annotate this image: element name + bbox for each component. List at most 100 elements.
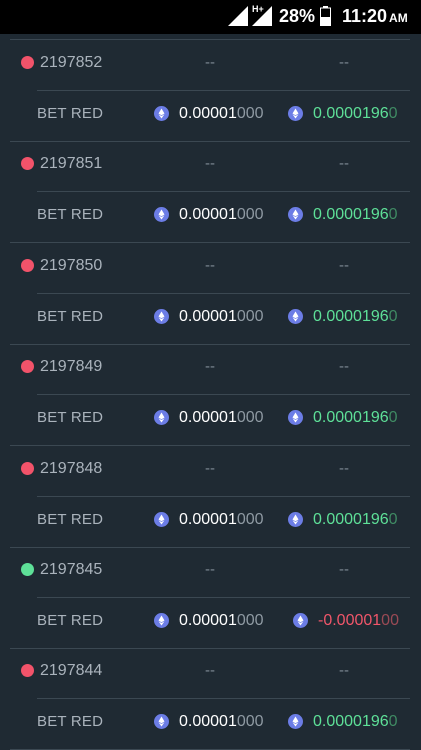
ethereum-coin-icon <box>154 410 169 426</box>
bet-amount-trailing: 000 <box>236 206 264 224</box>
result-dot-icon <box>21 157 34 171</box>
bet-row: BET RED 0.00001000 -0.0000100 <box>0 598 421 648</box>
bet-amount-trailing: 000 <box>236 510 264 528</box>
round-placeholder-2: -- <box>339 459 349 477</box>
bet-label: BET RED <box>37 307 104 325</box>
bet-label: BET RED <box>37 713 104 731</box>
round-item[interactable]: 2197851 -- -- BET RED 0.00001000 0.00001… <box>0 141 421 244</box>
result-amount-digits: 0.0000196 <box>313 713 389 731</box>
result-dot-icon <box>21 56 34 69</box>
result-dot-icon <box>21 258 34 272</box>
bet-row: BET RED 0.00001000 0.00001960 <box>0 395 421 445</box>
bet-label: BET RED <box>37 409 104 427</box>
round-placeholder-1: -- <box>205 155 215 173</box>
ethereum-coin-icon <box>288 207 303 223</box>
round-header: 2197848 -- -- <box>0 446 421 496</box>
result-amount-trailing: 0 <box>388 409 398 427</box>
round-id: 2197852 <box>40 54 103 71</box>
bet-row: BET RED 0.00001000 0.00001960 <box>0 192 421 242</box>
result-dot-icon <box>21 360 34 374</box>
clock: 11:20 AM <box>342 6 408 27</box>
result-amount: 0.00001960 <box>313 409 398 427</box>
bet-amount: 0.00001000 <box>179 511 264 529</box>
result-amount-trailing: 00 <box>381 612 399 629</box>
result-amount-trailing: 0 <box>388 510 398 528</box>
round-header: 2197849 -- -- <box>0 344 421 394</box>
clock-ampm: AM <box>389 11 408 25</box>
round-item[interactable]: 2197844 -- -- BET RED 0.00001000 0.00001… <box>0 648 421 750</box>
ethereum-coin-icon <box>288 106 303 121</box>
round-id: 2197845 <box>40 561 103 578</box>
result-amount-digits: 0.0000196 <box>313 409 389 427</box>
bet-amount: 0.00001000 <box>179 206 264 224</box>
battery-percent: 28% <box>279 6 316 26</box>
result-amount: 0.00001960 <box>313 206 398 224</box>
ethereum-coin-icon <box>154 207 169 223</box>
round-header: 2197852 -- -- <box>0 40 421 90</box>
round-placeholder-2: -- <box>339 256 349 274</box>
round-id: 2197844 <box>40 662 103 680</box>
result-dot-icon <box>21 664 34 678</box>
bet-amount-trailing: 000 <box>236 612 264 629</box>
ethereum-coin-icon <box>154 106 169 121</box>
round-id: 2197848 <box>40 459 103 477</box>
status-bar: H+ 28% 11:20 AM <box>0 0 421 34</box>
round-item[interactable]: 2197852 -- -- BET RED 0.00001000 0.00001… <box>0 40 421 142</box>
round-item[interactable]: 2197849 -- -- BET RED 0.00001000 0.00001… <box>0 344 421 447</box>
result-amount: 0.00001960 <box>313 713 398 731</box>
bet-history-list[interactable]: 2197852 -- -- BET RED 0.00001000 0.00001… <box>0 34 421 750</box>
bet-amount-trailing: 000 <box>236 105 264 122</box>
round-item[interactable]: 2197850 -- -- BET RED 0.00001000 0.00001… <box>0 243 421 345</box>
ethereum-coin-icon <box>154 714 169 730</box>
round-placeholder-1: -- <box>205 256 215 274</box>
bet-amount-digits: 0.00001 <box>179 409 237 427</box>
bet-amount-digits: 0.00001 <box>179 510 237 528</box>
ethereum-coin-icon <box>288 714 303 730</box>
ethereum-coin-icon <box>288 308 303 324</box>
result-amount-digits: -0.00001 <box>318 612 382 629</box>
battery-icon <box>320 6 331 26</box>
bet-amount-trailing: 000 <box>236 307 264 325</box>
result-dot-icon <box>21 461 34 475</box>
bet-amount-digits: 0.00001 <box>179 307 237 325</box>
round-header: 2197850 -- -- <box>0 243 421 293</box>
bet-label: BET RED <box>37 510 104 528</box>
round-placeholder-2: -- <box>339 561 349 578</box>
round-placeholder-2: -- <box>339 358 349 376</box>
bet-amount-trailing: 000 <box>236 409 264 427</box>
bet-amount: 0.00001000 <box>179 409 264 427</box>
network-type-label: H+ <box>252 4 264 14</box>
round-header: 2197845 -- -- <box>0 547 421 597</box>
round-placeholder-1: -- <box>205 358 215 376</box>
ethereum-coin-icon <box>154 308 169 324</box>
result-amount-digits: 0.0000196 <box>313 307 389 325</box>
bet-amount: 0.00001000 <box>179 308 264 326</box>
bet-amount-trailing: 000 <box>236 713 264 731</box>
round-header: 2197851 -- -- <box>0 141 421 191</box>
bet-amount: 0.00001000 <box>179 713 264 731</box>
round-item[interactable]: 2197845 -- -- BET RED 0.00001000 -0.0000… <box>0 547 421 649</box>
bet-row: BET RED 0.00001000 0.00001960 <box>0 497 421 547</box>
result-amount: 0.00001960 <box>313 511 398 529</box>
bet-label: BET RED <box>37 105 104 122</box>
result-amount-trailing: 0 <box>388 105 398 122</box>
bet-label: BET RED <box>37 612 104 629</box>
round-item[interactable]: 2197848 -- -- BET RED 0.00001000 0.00001… <box>0 446 421 548</box>
round-id: 2197851 <box>40 155 103 173</box>
round-id: 2197850 <box>40 256 103 274</box>
round-placeholder-2: -- <box>339 54 349 71</box>
result-amount: 0.00001960 <box>313 105 398 123</box>
bet-amount-digits: 0.00001 <box>179 105 237 122</box>
clock-time: 11:20 <box>342 6 388 26</box>
result-amount: -0.0000100 <box>318 612 399 630</box>
result-amount-trailing: 0 <box>388 307 398 325</box>
round-placeholder-1: -- <box>205 561 215 578</box>
result-amount-digits: 0.0000196 <box>313 510 389 528</box>
ethereum-coin-icon <box>288 410 303 426</box>
round-placeholder-2: -- <box>339 662 349 680</box>
bet-amount-digits: 0.00001 <box>179 713 237 731</box>
result-amount: 0.00001960 <box>313 308 398 326</box>
bet-amount: 0.00001000 <box>179 612 264 630</box>
result-amount-trailing: 0 <box>388 206 398 224</box>
bet-label: BET RED <box>37 206 104 224</box>
